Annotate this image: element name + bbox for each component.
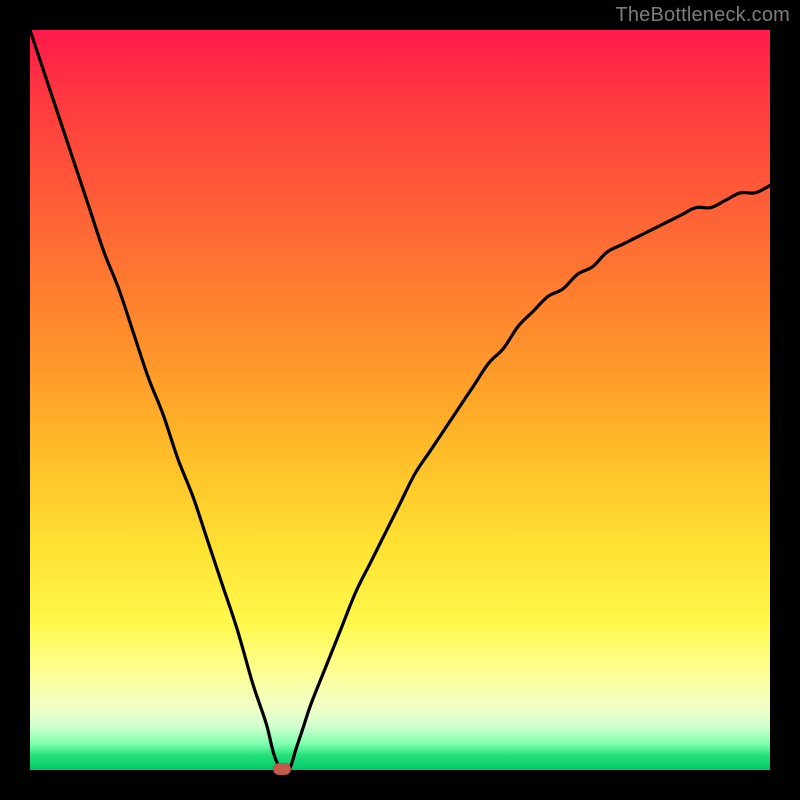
chart-frame: TheBottleneck.com (0, 0, 800, 800)
plot-area (30, 30, 770, 770)
bottleneck-curve (30, 30, 770, 770)
watermark-text: TheBottleneck.com (615, 4, 790, 27)
optimal-marker (273, 763, 291, 775)
